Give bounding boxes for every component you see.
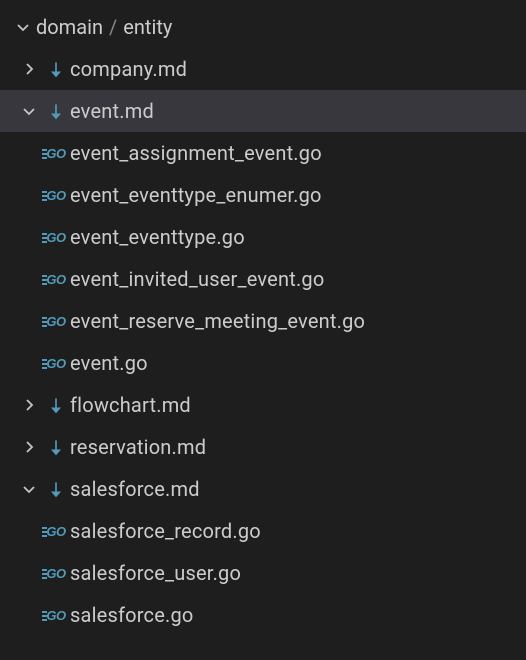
go-file-icon: GO xyxy=(42,188,70,203)
go-file-icon: GO xyxy=(42,314,70,329)
go-file-icon: GO xyxy=(42,524,70,539)
chevron-right-icon[interactable] xyxy=(16,397,42,413)
file-label: event_eventtype.go xyxy=(70,225,245,249)
root-segment-2: entity xyxy=(123,15,172,39)
go-file-icon: GO xyxy=(42,146,70,161)
go-file-icon: GO xyxy=(42,608,70,623)
file-label: flowchart.md xyxy=(70,393,191,417)
tree-item-go[interactable]: GO event_reserve_meeting_event.go xyxy=(0,300,526,342)
file-label: event.go xyxy=(70,351,148,375)
go-file-icon: GO xyxy=(42,230,70,245)
file-label: event_eventtype_enumer.go xyxy=(70,183,322,207)
tree-item-go[interactable]: GO event.go xyxy=(0,342,526,384)
go-file-icon: GO xyxy=(42,356,70,371)
tree-item-md[interactable]: salesforce.md xyxy=(0,468,526,510)
markdown-icon xyxy=(42,437,70,457)
tree-item-go[interactable]: GO event_invited_user_event.go xyxy=(0,258,526,300)
markdown-icon xyxy=(42,479,70,499)
tree-root-label: domain / entity xyxy=(36,15,172,39)
chevron-right-icon[interactable] xyxy=(16,61,42,77)
root-segment-1: domain xyxy=(36,15,103,39)
tree-item-go[interactable]: GO salesforce_user.go xyxy=(0,552,526,594)
file-label: salesforce.md xyxy=(70,477,200,501)
tree-item-go[interactable]: GO salesforce_record.go xyxy=(0,510,526,552)
markdown-icon xyxy=(42,59,70,79)
tree-item-md[interactable]: company.md xyxy=(0,48,526,90)
file-tree: domain / entity company.md event.md GO e… xyxy=(0,0,526,636)
tree-item-md[interactable]: flowchart.md xyxy=(0,384,526,426)
chevron-down-icon[interactable] xyxy=(10,19,36,35)
path-separator: / xyxy=(103,15,123,39)
chevron-down-icon[interactable] xyxy=(16,481,42,497)
chevron-down-icon[interactable] xyxy=(16,103,42,119)
markdown-icon xyxy=(42,101,70,121)
file-label: salesforce_user.go xyxy=(70,561,241,585)
tree-root-row[interactable]: domain / entity xyxy=(0,6,526,48)
go-file-icon: GO xyxy=(42,272,70,287)
file-label: event_assignment_event.go xyxy=(70,141,322,165)
tree-item-go[interactable]: GO event_eventtype.go xyxy=(0,216,526,258)
file-label: event_invited_user_event.go xyxy=(70,267,324,291)
tree-item-md[interactable]: event.md xyxy=(0,90,526,132)
file-label: event.md xyxy=(70,99,154,123)
markdown-icon xyxy=(42,395,70,415)
tree-item-md[interactable]: reservation.md xyxy=(0,426,526,468)
go-file-icon: GO xyxy=(42,566,70,581)
chevron-right-icon[interactable] xyxy=(16,439,42,455)
file-label: salesforce_record.go xyxy=(70,519,261,543)
file-label: company.md xyxy=(70,57,187,81)
tree-item-go[interactable]: GO event_eventtype_enumer.go xyxy=(0,174,526,216)
file-label: reservation.md xyxy=(70,435,206,459)
file-label: event_reserve_meeting_event.go xyxy=(70,309,365,333)
tree-item-go[interactable]: GO salesforce.go xyxy=(0,594,526,636)
file-label: salesforce.go xyxy=(70,603,194,627)
tree-item-go[interactable]: GO event_assignment_event.go xyxy=(0,132,526,174)
